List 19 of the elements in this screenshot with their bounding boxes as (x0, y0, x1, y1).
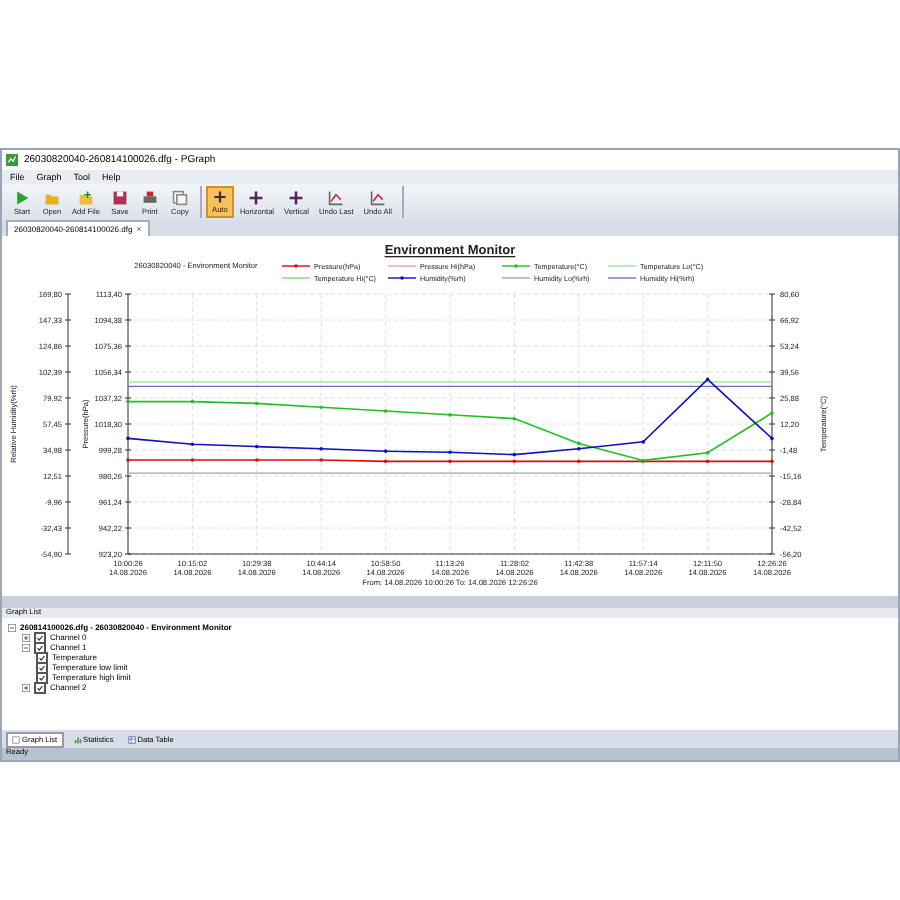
bar-chart-icon (73, 735, 82, 743)
folder-icon (44, 190, 60, 206)
play-icon (14, 190, 30, 206)
crosshair-icon (248, 190, 265, 206)
save-icon (111, 190, 128, 206)
copy-icon (171, 190, 188, 206)
expand-icon[interactable] (22, 683, 30, 691)
table-icon (127, 735, 136, 743)
expand-icon[interactable] (22, 633, 30, 641)
chart-icon (328, 190, 345, 206)
collapse-icon[interactable] (8, 623, 16, 631)
checkbox[interactable] (34, 631, 46, 643)
printer-icon (141, 190, 158, 206)
crosshair-icon (288, 190, 305, 206)
add-folder-icon (77, 190, 94, 206)
chart-icon (369, 190, 386, 206)
list-icon (12, 735, 20, 743)
collapse-icon[interactable] (22, 643, 30, 651)
crosshair-icon (211, 190, 228, 204)
